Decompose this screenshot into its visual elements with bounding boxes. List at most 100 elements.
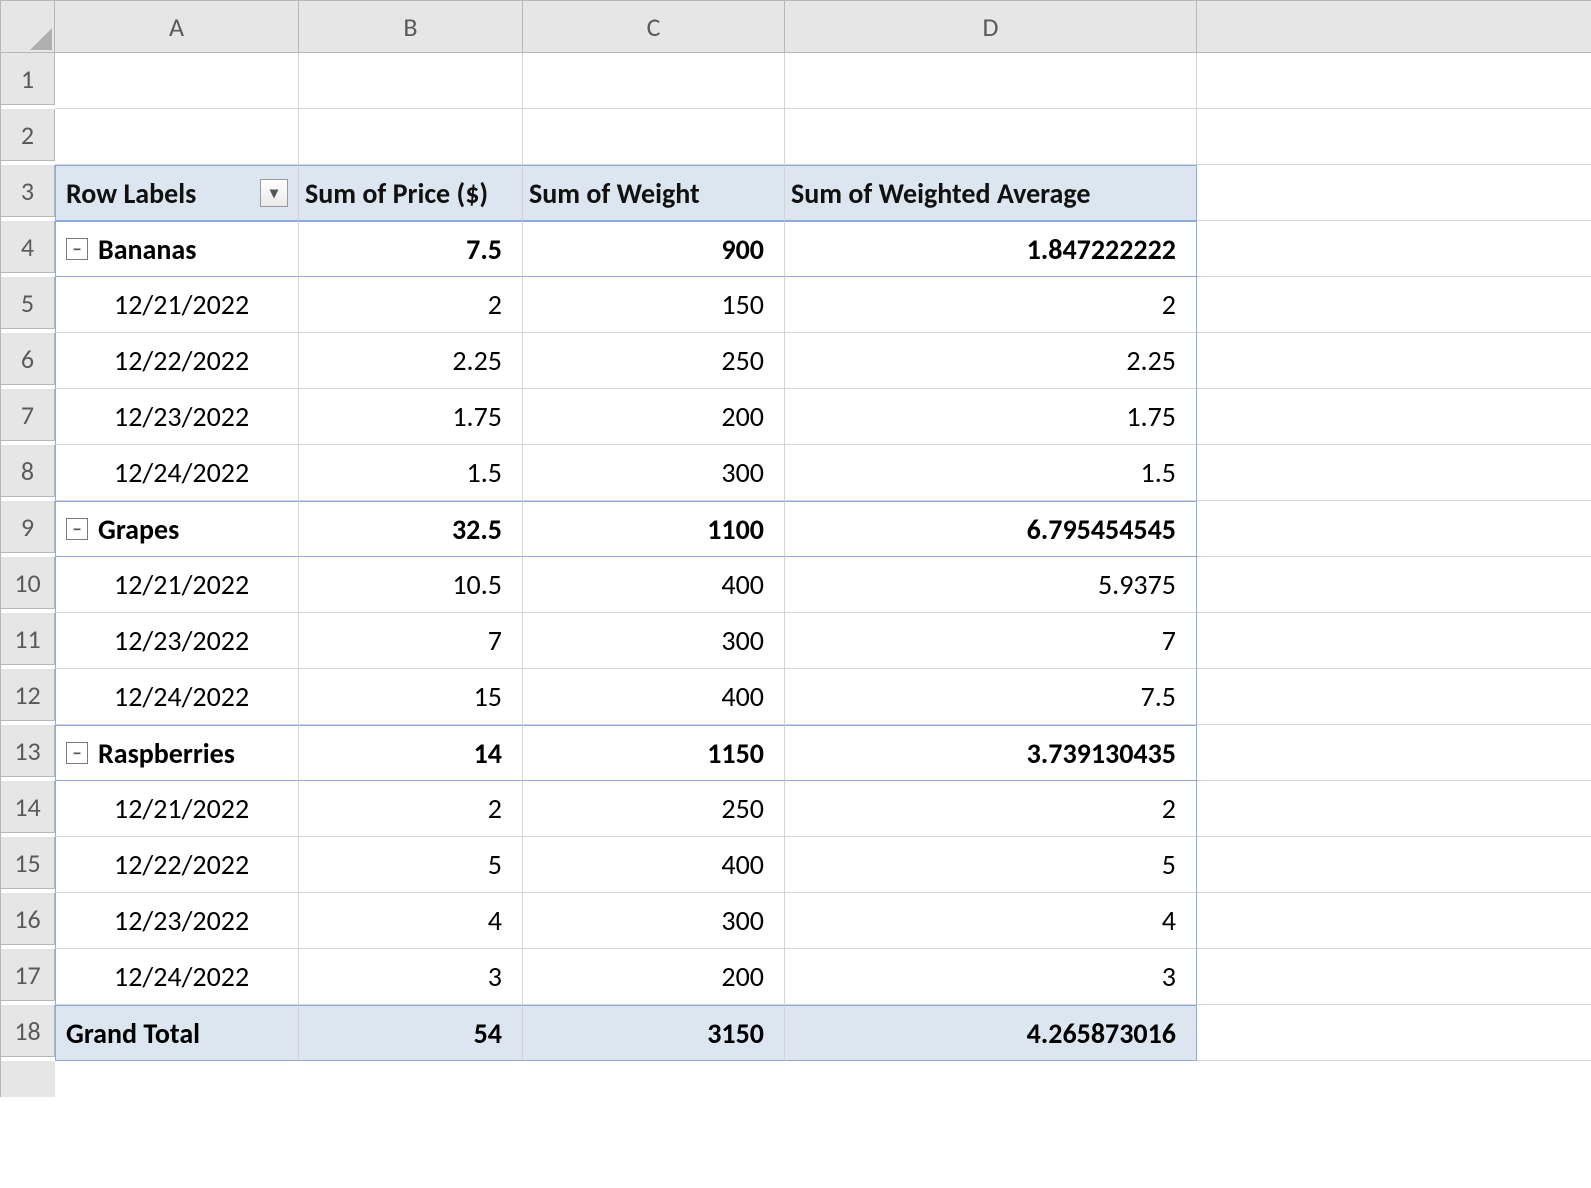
column-header-B[interactable]: B (299, 1, 523, 53)
row-header-19[interactable] (1, 1061, 55, 1097)
group-price[interactable]: 7.5 (299, 221, 523, 277)
cell-E1[interactable] (1197, 53, 1591, 109)
cell-E9[interactable] (1197, 501, 1591, 557)
group-header-grapes[interactable]: − Grapes (55, 501, 299, 557)
detail-weight[interactable]: 300 (523, 613, 785, 669)
detail-weighted[interactable]: 7.5 (785, 669, 1197, 725)
group-weighted[interactable]: 6.795454545 (785, 501, 1197, 557)
detail-label[interactable]: 12/22/2022 (55, 837, 299, 893)
detail-label[interactable]: 12/24/2022 (55, 949, 299, 1005)
cell-E2[interactable] (1197, 109, 1591, 165)
cell-D2[interactable] (785, 109, 1197, 165)
cell-E10[interactable] (1197, 557, 1591, 613)
pivot-header-row-labels[interactable]: Row Labels ▾ (55, 165, 299, 221)
detail-weight[interactable]: 250 (523, 333, 785, 389)
detail-weight[interactable]: 250 (523, 781, 785, 837)
detail-label[interactable]: 12/21/2022 (55, 781, 299, 837)
detail-weight[interactable]: 300 (523, 445, 785, 501)
cell-D1[interactable] (785, 53, 1197, 109)
detail-price[interactable]: 4 (299, 893, 523, 949)
cell-D19[interactable] (785, 1061, 1197, 1091)
pivot-header-weighted[interactable]: Sum of Weighted Average (785, 165, 1197, 221)
column-header-D[interactable]: D (785, 1, 1197, 53)
column-header-A[interactable]: A (55, 1, 299, 53)
cell-E11[interactable] (1197, 613, 1591, 669)
detail-weighted[interactable]: 1.75 (785, 389, 1197, 445)
detail-price[interactable]: 7 (299, 613, 523, 669)
cell-B1[interactable] (299, 53, 523, 109)
detail-weighted[interactable]: 1.5 (785, 445, 1197, 501)
detail-price[interactable]: 2 (299, 277, 523, 333)
row-header-15[interactable]: 15 (1, 837, 55, 889)
group-weight[interactable]: 1150 (523, 725, 785, 781)
row-header-13[interactable]: 13 (1, 725, 55, 777)
row-header-12[interactable]: 12 (1, 669, 55, 721)
detail-price[interactable]: 3 (299, 949, 523, 1005)
detail-weight[interactable]: 200 (523, 389, 785, 445)
detail-weighted[interactable]: 7 (785, 613, 1197, 669)
cell-E13[interactable] (1197, 725, 1591, 781)
cell-E19[interactable] (1197, 1061, 1591, 1091)
cell-A19[interactable] (55, 1061, 299, 1091)
select-all-corner[interactable] (1, 1, 55, 53)
row-header-14[interactable]: 14 (1, 781, 55, 833)
cell-B19[interactable] (299, 1061, 523, 1091)
group-weighted[interactable]: 3.739130435 (785, 725, 1197, 781)
group-weight[interactable]: 900 (523, 221, 785, 277)
collapse-button[interactable]: − (66, 238, 88, 260)
detail-price[interactable]: 1.5 (299, 445, 523, 501)
detail-price[interactable]: 10.5 (299, 557, 523, 613)
cell-B2[interactable] (299, 109, 523, 165)
detail-label[interactable]: 12/23/2022 (55, 389, 299, 445)
detail-price[interactable]: 15 (299, 669, 523, 725)
column-header-C[interactable]: C (523, 1, 785, 53)
cell-E8[interactable] (1197, 445, 1591, 501)
row-header-3[interactable]: 3 (1, 165, 55, 217)
detail-weight[interactable]: 400 (523, 669, 785, 725)
group-price[interactable]: 14 (299, 725, 523, 781)
row-header-4[interactable]: 4 (1, 221, 55, 273)
group-price[interactable]: 32.5 (299, 501, 523, 557)
grand-total-weighted[interactable]: 4.265873016 (785, 1005, 1197, 1061)
detail-weight[interactable]: 200 (523, 949, 785, 1005)
row-header-18[interactable]: 18 (1, 1005, 55, 1057)
detail-label[interactable]: 12/24/2022 (55, 445, 299, 501)
collapse-button[interactable]: − (66, 742, 88, 764)
row-header-7[interactable]: 7 (1, 389, 55, 441)
cell-E3[interactable] (1197, 165, 1591, 221)
cell-E16[interactable] (1197, 893, 1591, 949)
group-header-bananas[interactable]: − Bananas (55, 221, 299, 277)
pivot-header-price[interactable]: Sum of Price ($) (299, 165, 523, 221)
cell-E14[interactable] (1197, 781, 1591, 837)
cell-E12[interactable] (1197, 669, 1591, 725)
cell-E5[interactable] (1197, 277, 1591, 333)
row-header-1[interactable]: 1 (1, 53, 55, 105)
detail-label[interactable]: 12/24/2022 (55, 669, 299, 725)
cell-E17[interactable] (1197, 949, 1591, 1005)
grand-total-weight[interactable]: 3150 (523, 1005, 785, 1061)
cell-A2[interactable] (55, 109, 299, 165)
grand-total-label[interactable]: Grand Total (55, 1005, 299, 1061)
cell-E6[interactable] (1197, 333, 1591, 389)
cell-E7[interactable] (1197, 389, 1591, 445)
detail-weighted[interactable]: 2.25 (785, 333, 1197, 389)
cell-E18[interactable] (1197, 1005, 1591, 1061)
detail-price[interactable]: 2.25 (299, 333, 523, 389)
row-header-2[interactable]: 2 (1, 109, 55, 161)
grand-total-price[interactable]: 54 (299, 1005, 523, 1061)
row-header-6[interactable]: 6 (1, 333, 55, 385)
group-weight[interactable]: 1100 (523, 501, 785, 557)
detail-weight[interactable]: 400 (523, 837, 785, 893)
detail-label[interactable]: 12/21/2022 (55, 277, 299, 333)
detail-weighted[interactable]: 5 (785, 837, 1197, 893)
cell-C1[interactable] (523, 53, 785, 109)
row-header-11[interactable]: 11 (1, 613, 55, 665)
cell-C2[interactable] (523, 109, 785, 165)
detail-weighted[interactable]: 3 (785, 949, 1197, 1005)
detail-price[interactable]: 2 (299, 781, 523, 837)
row-header-10[interactable]: 10 (1, 557, 55, 609)
detail-label[interactable]: 12/21/2022 (55, 557, 299, 613)
detail-weight[interactable]: 400 (523, 557, 785, 613)
detail-label[interactable]: 12/23/2022 (55, 893, 299, 949)
collapse-button[interactable]: − (66, 518, 88, 540)
